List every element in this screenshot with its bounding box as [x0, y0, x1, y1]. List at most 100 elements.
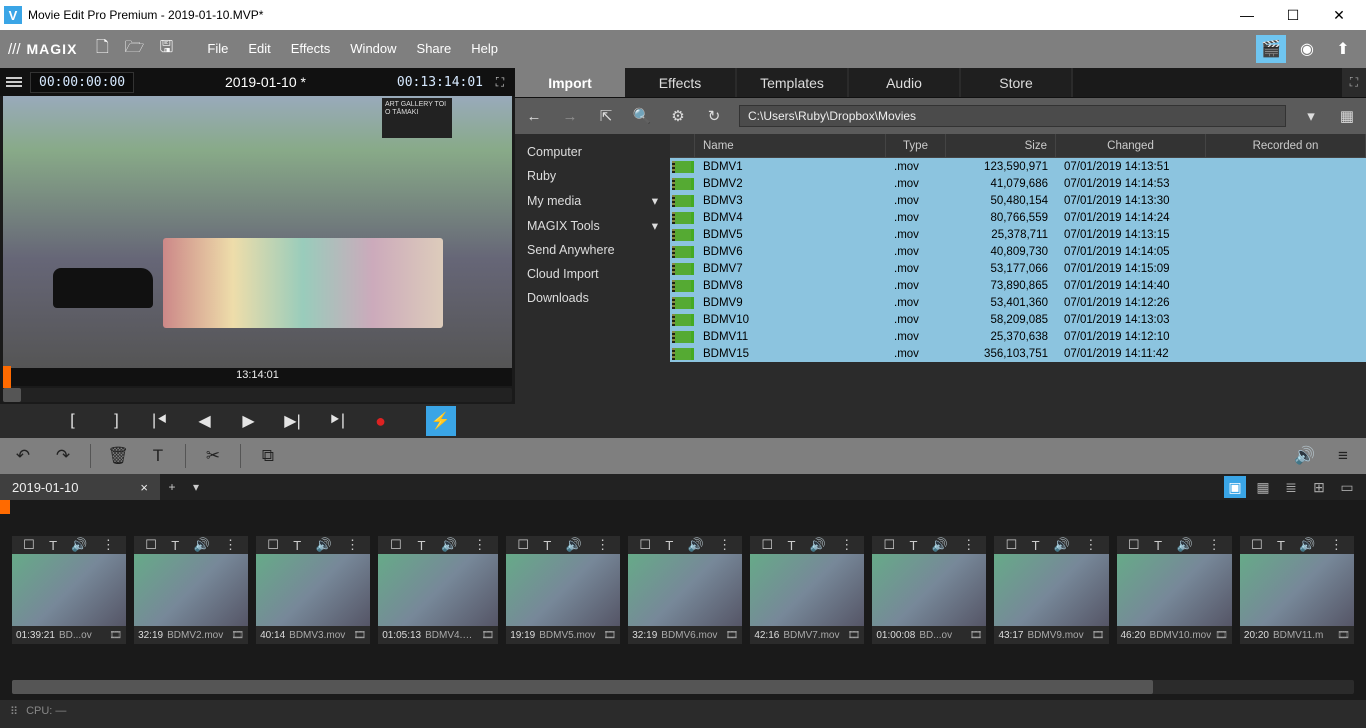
timecode-left[interactable]: 00:00:00:00 — [30, 72, 134, 93]
close-icon[interactable]: × — [140, 480, 148, 495]
clip-menu-icon[interactable]: ⋮ — [840, 537, 853, 553]
menu-share[interactable]: Share — [407, 30, 462, 68]
lightning-button[interactable]: ⚡ — [426, 406, 456, 436]
new-file-icon[interactable]: 🗋 — [89, 36, 115, 62]
mark-in-button[interactable]: [ — [60, 408, 86, 434]
storyboard-clip[interactable]: ☐T🔊⋮01:00:08BD...ov🎞 — [872, 536, 986, 644]
preview-monitor[interactable]: ART GALLERY TOI O TĀMAKI — [3, 96, 512, 368]
clip-menu-icon[interactable]: ⋮ — [346, 537, 359, 553]
clip-title-icon[interactable]: T — [171, 538, 179, 553]
preview-timeline[interactable]: 13:14:01 — [3, 368, 512, 386]
tree-mymedia[interactable]: My media▾ — [515, 188, 670, 213]
prev-frame-button[interactable]: ◀ — [192, 408, 218, 434]
tree-ruby[interactable]: Ruby — [515, 164, 670, 188]
clip-title-icon[interactable]: T — [910, 538, 918, 553]
go-end-button[interactable]: ⯈| — [324, 408, 350, 434]
mixer-icon[interactable]: ≡ — [1330, 443, 1356, 469]
path-dropdown-icon[interactable]: ▾ — [1300, 105, 1322, 127]
clip-menu-icon[interactable]: ⋮ — [962, 537, 975, 553]
view-storyboard-icon[interactable]: ▣ — [1224, 476, 1246, 498]
clip-checkbox-icon[interactable]: ☐ — [1251, 537, 1263, 553]
redo-icon[interactable]: ↷ — [50, 443, 76, 469]
maximize-button[interactable]: ☐ — [1270, 0, 1316, 30]
clip-menu-icon[interactable]: ⋮ — [224, 537, 237, 553]
clip-audio-icon[interactable]: 🔊 — [810, 537, 826, 553]
storyboard-clip[interactable]: ☐T🔊⋮19:19BDMV5.mov🎞 — [506, 536, 620, 644]
tab-dropdown-icon[interactable]: ▾ — [184, 474, 208, 500]
clip-checkbox-icon[interactable]: ☐ — [884, 537, 896, 553]
clip-title-icon[interactable]: T — [1277, 538, 1285, 553]
file-row[interactable]: BDMV8.mov73,890,86507/01/2019 14:14:40 — [670, 277, 1366, 294]
file-row[interactable]: BDMV5.mov25,378,71107/01/2019 14:13:15 — [670, 226, 1366, 243]
trash-icon[interactable]: 🗑 — [105, 443, 131, 469]
preview-scrollbar[interactable] — [3, 388, 512, 402]
nav-up-icon[interactable]: ⇱ — [595, 105, 617, 127]
disc-icon[interactable]: ◉ — [1292, 35, 1322, 63]
menu-window[interactable]: Window — [340, 30, 406, 68]
group-icon[interactable]: ⧉ — [255, 443, 281, 469]
clip-menu-icon[interactable]: ⋮ — [718, 537, 731, 553]
clip-menu-icon[interactable]: ⋮ — [596, 537, 609, 553]
clip-checkbox-icon[interactable]: ☐ — [267, 537, 279, 553]
tree-computer[interactable]: Computer — [515, 140, 670, 164]
file-row[interactable]: BDMV3.mov50,480,15407/01/2019 14:13:30 — [670, 192, 1366, 209]
file-row[interactable]: BDMV6.mov40,809,73007/01/2019 14:14:05 — [670, 243, 1366, 260]
clip-checkbox-icon[interactable]: ☐ — [23, 537, 35, 553]
column-changed[interactable]: Changed — [1056, 134, 1206, 157]
clip-audio-icon[interactable]: 🔊 — [193, 537, 209, 553]
file-row[interactable]: BDMV7.mov53,177,06607/01/2019 14:15:09 — [670, 260, 1366, 277]
play-button[interactable]: ▶ — [236, 408, 262, 434]
view-scene-icon[interactable]: ▦ — [1252, 476, 1274, 498]
file-row[interactable]: BDMV15.mov356,103,75107/01/2019 14:11:42 — [670, 345, 1366, 362]
column-recorded[interactable]: Recorded on — [1206, 134, 1366, 157]
clip-audio-icon[interactable]: 🔊 — [1054, 537, 1070, 553]
title-icon[interactable]: T — [145, 443, 171, 469]
storyboard-clip[interactable]: ☐T🔊⋮01:39:21BD...ov🎞 — [12, 536, 126, 644]
tab-store[interactable]: Store — [961, 68, 1071, 97]
search-icon[interactable]: 🔍 — [631, 105, 653, 127]
upload-icon[interactable]: ⬆ — [1328, 35, 1358, 63]
refresh-icon[interactable]: ↻ — [703, 105, 725, 127]
record-button[interactable]: ● — [368, 408, 394, 434]
storyboard-clip[interactable]: ☐T🔊⋮43:17BDMV9.mov🎞 — [994, 536, 1108, 644]
clip-audio-icon[interactable]: 🔊 — [1299, 537, 1315, 553]
open-folder-icon[interactable]: 🗁 — [121, 36, 147, 62]
tab-effects[interactable]: Effects — [625, 68, 735, 97]
tab-templates[interactable]: Templates — [737, 68, 847, 97]
view-timeline-icon[interactable]: ≣ — [1280, 476, 1302, 498]
column-name[interactable]: Name — [695, 134, 886, 157]
clip-checkbox-icon[interactable]: ☐ — [145, 537, 157, 553]
clip-audio-icon[interactable]: 🔊 — [932, 537, 948, 553]
clip-title-icon[interactable]: T — [418, 538, 426, 553]
clip-audio-icon[interactable]: 🔊 — [566, 537, 582, 553]
tree-sendanywhere[interactable]: Send Anywhere — [515, 238, 670, 262]
clip-title-icon[interactable]: T — [543, 538, 551, 553]
clip-title-icon[interactable]: T — [49, 538, 57, 553]
minimize-button[interactable]: — — [1224, 0, 1270, 30]
clip-title-icon[interactable]: T — [1154, 538, 1162, 553]
clip-menu-icon[interactable]: ⋮ — [1208, 537, 1221, 553]
storyboard-clip[interactable]: ☐T🔊⋮01:05:13BDMV4.mov🎞 — [378, 536, 498, 644]
clip-menu-icon[interactable]: ⋮ — [473, 537, 486, 553]
undo-icon[interactable]: ↶ — [10, 443, 36, 469]
project-tab[interactable]: 2019-01-10 × — [0, 474, 160, 500]
clip-menu-icon[interactable]: ⋮ — [1084, 537, 1097, 553]
preview-maximize-icon[interactable]: ⛶ — [491, 75, 509, 90]
clip-checkbox-icon[interactable]: ☐ — [639, 537, 651, 553]
menu-help[interactable]: Help — [461, 30, 508, 68]
cut-icon[interactable]: ✂ — [200, 443, 226, 469]
view-overview-icon[interactable]: ▭ — [1336, 476, 1358, 498]
storyboard-clip[interactable]: ☐T🔊⋮20:20BDMV11.m🎞 — [1240, 536, 1354, 644]
menu-edit[interactable]: Edit — [238, 30, 280, 68]
clip-title-icon[interactable]: T — [293, 538, 301, 553]
view-grid-icon[interactable]: ▦ — [1336, 105, 1358, 127]
column-size[interactable]: Size — [946, 134, 1056, 157]
mark-out-button[interactable]: ] — [104, 408, 130, 434]
tree-magixtools[interactable]: MAGIX Tools▾ — [515, 213, 670, 238]
add-tab-button[interactable]: + — [160, 474, 184, 500]
nav-back-icon[interactable]: ← — [523, 105, 545, 127]
clip-checkbox-icon[interactable]: ☐ — [390, 537, 402, 553]
tab-import[interactable]: Import — [515, 68, 625, 97]
storyboard-clip[interactable]: ☐T🔊⋮32:19BDMV2.mov🎞 — [134, 536, 248, 644]
go-start-button[interactable]: |⯇ — [148, 408, 174, 434]
